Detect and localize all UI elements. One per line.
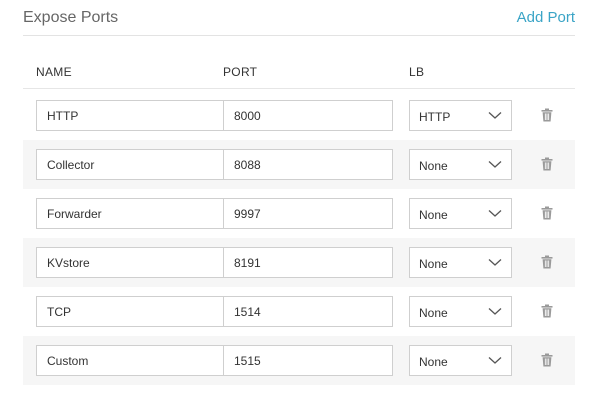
- port-row: None: [23, 238, 575, 287]
- port-number-input[interactable]: [223, 198, 393, 229]
- trash-icon[interactable]: [541, 157, 553, 171]
- port-number-input[interactable]: [223, 345, 393, 376]
- section-title: Expose Ports: [23, 9, 119, 26]
- lb-select-value: None: [419, 159, 448, 173]
- port-name-input[interactable]: [36, 247, 235, 278]
- port-row: None: [23, 140, 575, 189]
- port-number-input[interactable]: [223, 100, 393, 131]
- chevron-down-icon: [488, 259, 502, 266]
- port-row: HTTP: [23, 91, 575, 140]
- lb-select[interactable]: None: [409, 247, 512, 278]
- column-header-port: PORT: [223, 65, 258, 79]
- port-number-input[interactable]: [223, 296, 393, 327]
- port-name-input[interactable]: [36, 198, 235, 229]
- lb-select-value: None: [419, 257, 448, 271]
- column-header-lb: LB: [409, 65, 425, 79]
- lb-select-value: None: [419, 355, 448, 369]
- chevron-down-icon: [488, 308, 502, 315]
- port-row: None: [23, 189, 575, 238]
- lb-select[interactable]: None: [409, 198, 512, 229]
- port-row: None: [23, 287, 575, 336]
- port-name-input[interactable]: [36, 296, 235, 327]
- lb-select[interactable]: None: [409, 345, 512, 376]
- port-number-input[interactable]: [223, 247, 393, 278]
- port-name-input[interactable]: [36, 100, 235, 131]
- trash-icon[interactable]: [541, 353, 553, 367]
- lb-select[interactable]: HTTP: [409, 100, 512, 131]
- add-port-link[interactable]: Add Port: [517, 9, 575, 26]
- lb-select-value: None: [419, 306, 448, 320]
- port-name-input[interactable]: [36, 345, 235, 376]
- chevron-down-icon: [488, 357, 502, 364]
- column-header-name: NAME: [36, 65, 72, 79]
- port-number-input[interactable]: [223, 149, 393, 180]
- lb-select[interactable]: None: [409, 296, 512, 327]
- port-name-input[interactable]: [36, 149, 235, 180]
- trash-icon[interactable]: [541, 206, 553, 220]
- lb-select-value: None: [419, 208, 448, 222]
- trash-icon[interactable]: [541, 108, 553, 122]
- port-row: None: [23, 336, 575, 385]
- lb-select[interactable]: None: [409, 149, 512, 180]
- table-header-divider: [23, 88, 575, 89]
- section-header: Expose Ports Add Port: [23, 0, 575, 36]
- chevron-down-icon: [488, 210, 502, 217]
- trash-icon[interactable]: [541, 304, 553, 318]
- lb-select-value: HTTP: [419, 110, 451, 124]
- chevron-down-icon: [488, 112, 502, 119]
- chevron-down-icon: [488, 161, 502, 168]
- trash-icon[interactable]: [541, 255, 553, 269]
